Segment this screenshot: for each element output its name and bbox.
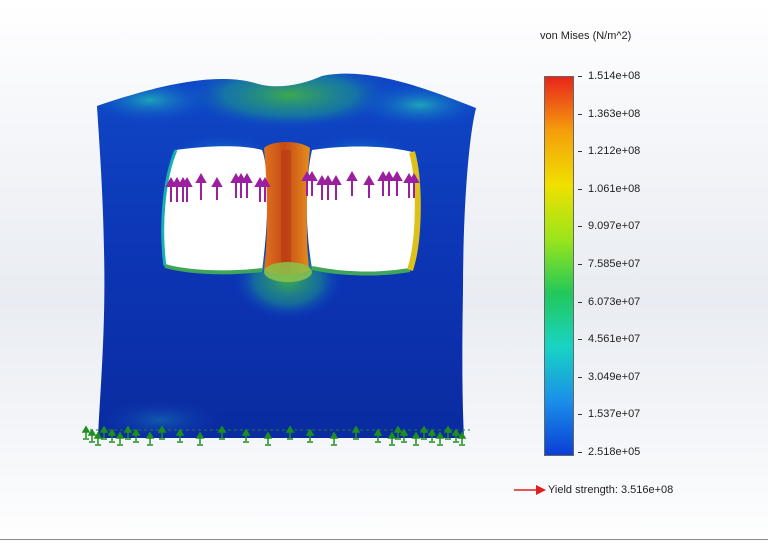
colorbar-tick-mark — [578, 301, 582, 303]
colorbar-tick-label: 3.049e+07 — [588, 370, 641, 383]
fixture-marker — [87, 428, 97, 443]
colorbar-tick-label: 9.097e+07 — [588, 220, 641, 233]
colorbar-tick-mark — [578, 376, 582, 378]
colorbar-tick-mark — [578, 226, 582, 228]
colorbar-tick-mark — [578, 264, 582, 265]
colorbar-tick-label: 2.518e+05 — [588, 446, 641, 458]
yield-arrow-icon — [514, 485, 546, 495]
colorbar-tick-label: 1.363e+08 — [588, 107, 641, 120]
yield-strength-label: Yield strength: 3.516e+08 — [548, 484, 674, 496]
left-opening — [162, 146, 268, 273]
colorbar-tick-mark — [578, 113, 582, 115]
simulation-viewport[interactable]: von Mises (N/m^2) 1.514e+08 1.363e+08 1.21… — [0, 0, 768, 546]
colorbar-tick-label: 7.585e+07 — [588, 258, 641, 270]
legend-title: von Mises (N/m^2) — [540, 30, 632, 42]
bottom-divider — [0, 539, 768, 540]
colorbar-tick-label: 1.061e+08 — [588, 182, 641, 195]
colorbar-tick-label: 4.561e+07 — [588, 333, 641, 346]
stress-colorbar[interactable] — [544, 76, 574, 456]
colorbar-tick-label: 1.537e+07 — [588, 408, 641, 421]
colorbar-tick-mark — [578, 188, 582, 190]
fixture-marker — [81, 425, 91, 440]
right-opening — [306, 146, 418, 274]
colorbar-tick-mark — [578, 339, 582, 341]
yield-strength-row: Yield strength: 3.516e+08 — [512, 482, 673, 498]
colorbar-tick-label: 6.073e+07 — [588, 295, 641, 308]
colorbar-tick-mark — [578, 76, 582, 77]
colorbar-tick-label: 1.212e+08 — [588, 145, 641, 158]
stress-plot-model[interactable] — [0, 0, 540, 546]
colorbar-tick-mark — [578, 151, 582, 153]
colorbar-tick-label: 1.514e+08 — [588, 70, 641, 82]
colorbar-tick-mark — [578, 414, 582, 416]
colorbar-tick-mark — [578, 452, 582, 453]
